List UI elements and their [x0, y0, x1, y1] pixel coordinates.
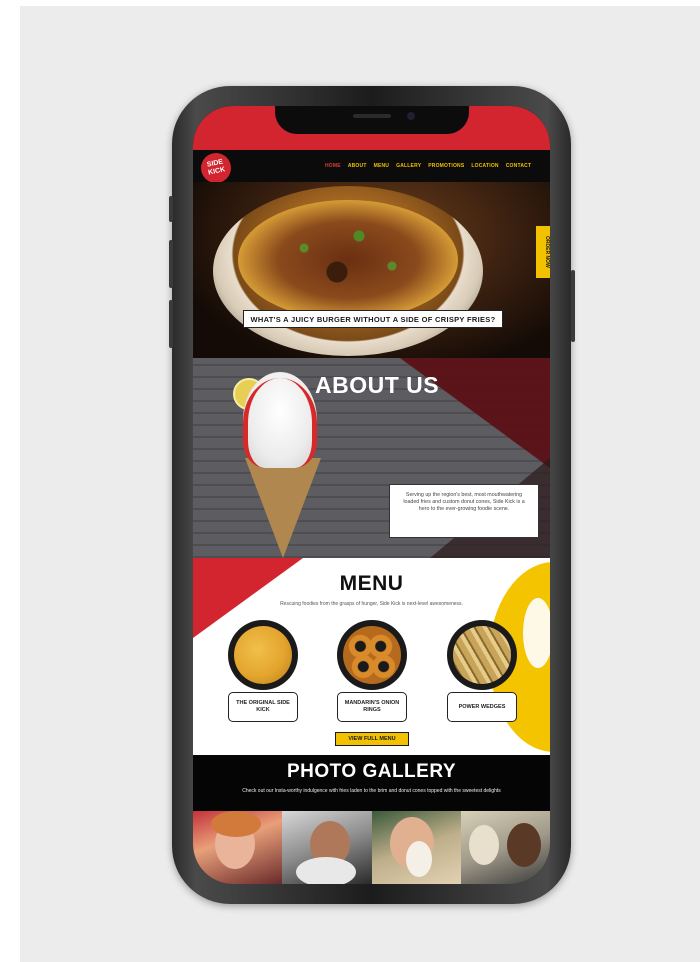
store-interior	[468, 825, 499, 865]
person-hair	[211, 811, 261, 837]
menu-item-power-wedges[interactable]: POWER WEDGES	[439, 620, 525, 722]
about-title: ABOUT US	[315, 372, 440, 398]
gallery-subtitle: Check out our Insta-worthy indulgence wi…	[242, 788, 501, 794]
potato-wedges-image	[453, 626, 511, 684]
menu-item-original-side-kick[interactable]: THE ORIGINAL SIDE KICK	[220, 620, 306, 722]
cone-waffle	[245, 458, 321, 558]
menu-section: MENU Rescuing foodies from the grasps of…	[193, 558, 550, 755]
logo-text: SIDE KICK	[206, 158, 226, 177]
donut-cone-image	[237, 372, 323, 558]
hero-loaded-fries-image	[238, 200, 458, 320]
photo-gallery-section: PHOTO GALLERY Check out our Insta-worthy…	[193, 755, 550, 811]
striped-shirt	[296, 857, 357, 884]
phone-power-button	[571, 270, 575, 342]
gallery-photo-strip	[193, 811, 550, 884]
site-navbar: SIDE KICK HOME ABOUT MENU GALLERY PROMOT…	[193, 150, 550, 186]
nav-link-promotions[interactable]: PROMOTIONS	[428, 163, 464, 169]
menu-item-image	[228, 620, 298, 690]
hero-section: WHAT'S A JUICY BURGER WITHOUT A SIDE OF …	[193, 182, 550, 358]
nav-link-gallery[interactable]: GALLERY	[396, 163, 421, 169]
fries-image	[234, 626, 292, 684]
menu-item-image	[447, 620, 517, 690]
person-face	[506, 823, 541, 867]
gallery-title: PHOTO GALLERY	[286, 761, 457, 782]
nav-link-contact[interactable]: CONTACT	[506, 163, 531, 169]
donut-cone-in-hand	[405, 841, 432, 877]
order-now-tab[interactable]: ORDER NOW	[536, 226, 550, 278]
menu-title: MENU	[339, 572, 404, 595]
phone-volume-down-button	[169, 300, 173, 348]
about-section: ABOUT US Serving up the region's best, m…	[193, 358, 550, 558]
nav-links: HOME ABOUT MENU GALLERY PROMOTIONS LOCAT…	[325, 163, 531, 169]
phone-screen: SIDE KICK HOME ABOUT MENU GALLERY PROMOT…	[193, 106, 550, 884]
phone-notch	[275, 106, 469, 134]
gallery-photo[interactable]	[460, 811, 550, 884]
menu-item-onion-rings[interactable]: MANDARIN'S ONION RINGS	[329, 620, 415, 722]
onion-rings-image	[343, 626, 401, 684]
menu-item-image	[337, 620, 407, 690]
view-full-menu-button[interactable]: VIEW FULL MENU	[335, 732, 409, 746]
menu-item-label: MANDARIN'S ONION RINGS	[337, 692, 407, 722]
nav-link-menu[interactable]: MENU	[374, 163, 390, 169]
menu-yellow-accent-cutout	[523, 598, 550, 668]
phone-volume-up-button	[169, 240, 173, 288]
site-logo[interactable]: SIDE KICK	[198, 150, 234, 186]
gallery-photo[interactable]	[371, 811, 461, 884]
menu-subtitle: Rescuing foodies from the grasps of hung…	[280, 601, 463, 607]
menu-item-label: THE ORIGINAL SIDE KICK	[228, 692, 298, 722]
front-camera	[407, 112, 415, 120]
nav-link-home[interactable]: HOME	[325, 163, 341, 169]
nav-link-about[interactable]: ABOUT	[348, 163, 367, 169]
about-text-box: Serving up the region's best, most mouth…	[389, 484, 539, 538]
phone-mute-switch	[169, 196, 173, 222]
cone-strawberry-sauce	[243, 378, 317, 468]
hero-caption: WHAT'S A JUICY BURGER WITHOUT A SIDE OF …	[243, 310, 503, 328]
gallery-photo[interactable]	[282, 811, 372, 884]
nav-link-location[interactable]: LOCATION	[471, 163, 498, 169]
gallery-photo[interactable]	[193, 811, 283, 884]
menu-item-label: POWER WEDGES	[447, 692, 517, 722]
speaker-grille	[353, 114, 391, 118]
